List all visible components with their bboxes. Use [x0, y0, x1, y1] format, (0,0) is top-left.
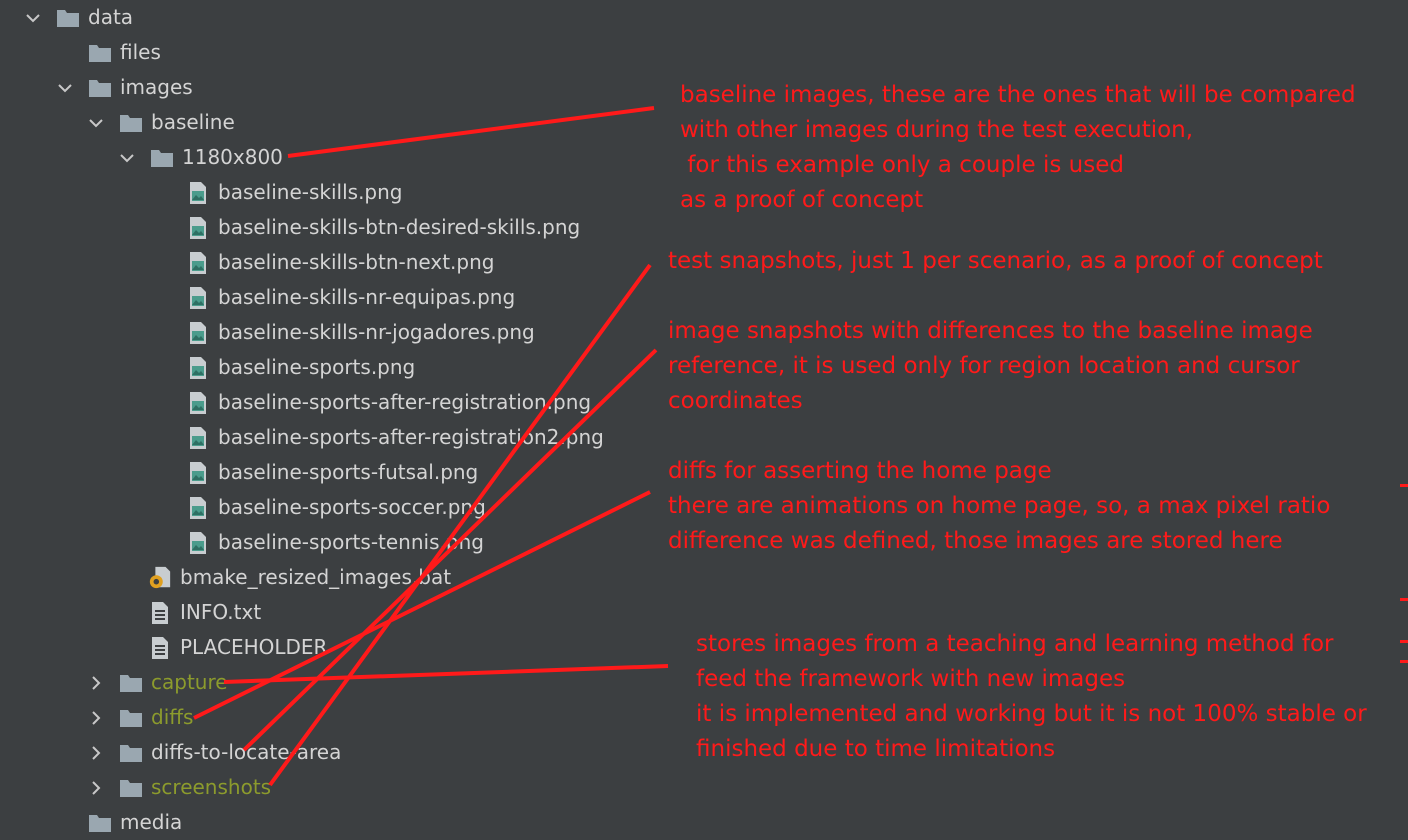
chevron-right-icon[interactable]: [89, 673, 103, 693]
text-file-icon: [148, 636, 172, 660]
tree-item-label: bmake_resized_images.bat: [180, 565, 452, 589]
tree-item-label: screenshots: [151, 775, 272, 799]
annotation-line: image snapshots with differences to the …: [668, 318, 1313, 344]
chevron-placeholder: [58, 43, 72, 63]
annotation-diffs-to-locate-area: image snapshots with differences to the …: [668, 314, 1313, 419]
tree-item-label: PLACEHOLDER: [180, 635, 328, 659]
tree-item-label: baseline-sports-futsal.png: [218, 460, 479, 484]
folder-icon: [88, 811, 112, 835]
image-file-icon: [186, 181, 210, 205]
annotation-line: finished due to time limitations: [696, 736, 1056, 762]
annotation-line: coordinates: [668, 388, 803, 414]
image-file-icon: [186, 216, 210, 240]
tree-item-label: baseline-sports.png: [218, 355, 416, 379]
chevron-right-icon[interactable]: [89, 708, 103, 728]
folder-icon: [119, 111, 143, 135]
annotation-line: it is implemented and working but it is …: [696, 701, 1367, 727]
annotation-baseline: baseline images, these are the ones that…: [680, 78, 1356, 218]
chevron-right-icon[interactable]: [89, 778, 103, 798]
annotation-line: for this example only a couple is used: [680, 152, 1124, 178]
annotation-line: difference was defined, those images are…: [668, 528, 1283, 554]
chevron-placeholder: [58, 813, 72, 833]
tree-folder-baseline[interactable]: baseline: [89, 105, 729, 140]
folder-icon: [150, 146, 174, 170]
annotation-diffs: diffs for asserting the home page there a…: [668, 454, 1330, 559]
tree-item-label: baseline-skills-nr-jogadores.png: [218, 320, 535, 344]
annotation-line: there are animations on home page, so, a…: [668, 493, 1331, 519]
tree-item-label: capture: [151, 670, 228, 694]
image-file-icon: [186, 496, 210, 520]
batch-file-icon: [148, 566, 172, 590]
tree-item-label: baseline: [151, 110, 235, 134]
text-file-icon: [148, 601, 172, 625]
image-file-icon: [186, 356, 210, 380]
tree-item-label: diffs: [151, 705, 194, 729]
tree-item-label: data: [88, 5, 134, 29]
edge-mark: [1400, 484, 1408, 487]
tree-item-label: baseline-sports-tennis.png: [218, 530, 484, 554]
edge-mark: [1400, 598, 1408, 601]
annotation-line: feed the framework with new images: [696, 666, 1126, 692]
annotation-screenshots: test snapshots, just 1 per scenario, as …: [668, 244, 1323, 279]
chevron-down-icon[interactable]: [58, 78, 72, 98]
folder-icon: [56, 6, 80, 30]
image-file-icon: [186, 321, 210, 345]
annotation-line: diffs for asserting the home page: [668, 458, 1052, 484]
folder-icon: [119, 776, 143, 800]
annotation-line: test snapshots, just 1 per scenario, as …: [668, 248, 1323, 274]
tree-folder-capture[interactable]: capture: [89, 665, 729, 700]
folder-icon: [88, 41, 112, 65]
tree-item-label: 1180x800: [182, 145, 283, 169]
tree-folder-screenshots[interactable]: screenshots: [89, 770, 729, 805]
tree-file-baseline-skills-nr-equipas-png[interactable]: baseline-skills-nr-equipas.png: [186, 280, 826, 315]
tree-item-label: baseline-sports-after-registration.png: [218, 390, 592, 414]
tree-item-label: baseline-skills-btn-next.png: [218, 250, 495, 274]
tree-item-label: INFO.txt: [180, 600, 262, 624]
edge-mark: [1400, 660, 1408, 663]
chevron-right-icon[interactable]: [89, 743, 103, 763]
annotation-line: stores images from a teaching and learni…: [696, 631, 1334, 657]
tree-item-label: diffs-to-locate-area: [151, 740, 342, 764]
image-file-icon: [186, 251, 210, 275]
tree-item-label: baseline-skills.png: [218, 180, 403, 204]
image-file-icon: [186, 286, 210, 310]
annotation-line: baseline images, these are the ones that…: [680, 82, 1356, 108]
tree-item-label: baseline-skills-btn-desired-skills.png: [218, 215, 581, 239]
tree-folder-images[interactable]: images: [58, 70, 698, 105]
tree-file-baseline-sports-after-registration2-png[interactable]: baseline-sports-after-registration2.png: [186, 420, 826, 455]
folder-icon: [88, 76, 112, 100]
folder-icon: [119, 741, 143, 765]
tree-folder-data[interactable]: data: [26, 0, 666, 35]
image-file-icon: [186, 426, 210, 450]
tree-folder-diffs[interactable]: diffs: [89, 700, 729, 735]
tree-folder-diffs-to-locate-area[interactable]: diffs-to-locate-area: [89, 735, 729, 770]
tree-item-label: images: [120, 75, 193, 99]
tree-file-bmake-resized-images-bat[interactable]: bmake_resized_images.bat: [148, 560, 788, 595]
chevron-down-icon[interactable]: [120, 148, 134, 168]
image-file-icon: [186, 391, 210, 415]
tree-folder-files[interactable]: files: [58, 35, 698, 70]
tree-item-label: files: [120, 40, 161, 64]
annotation-line: reference, it is used only for region lo…: [668, 353, 1300, 379]
annotation-capture: stores images from a teaching and learni…: [696, 627, 1367, 767]
annotation-line: as a proof of concept: [680, 187, 924, 213]
tree-item-label: baseline-sports-soccer.png: [218, 495, 486, 519]
annotation-line: with other images during the test execut…: [680, 117, 1194, 143]
folder-icon: [119, 706, 143, 730]
image-file-icon: [186, 531, 210, 555]
tree-file-info-txt[interactable]: INFO.txt: [148, 595, 788, 630]
edge-mark: [1400, 640, 1408, 643]
image-file-icon: [186, 461, 210, 485]
tree-file-placeholder[interactable]: PLACEHOLDER: [148, 630, 788, 665]
chevron-down-icon[interactable]: [26, 8, 40, 28]
chevron-down-icon[interactable]: [89, 113, 103, 133]
tree-folder-1180x800[interactable]: 1180x800: [120, 140, 760, 175]
tree-item-label: baseline-skills-nr-equipas.png: [218, 285, 516, 309]
tree-item-label: baseline-sports-after-registration2.png: [218, 425, 604, 449]
folder-icon: [119, 671, 143, 695]
